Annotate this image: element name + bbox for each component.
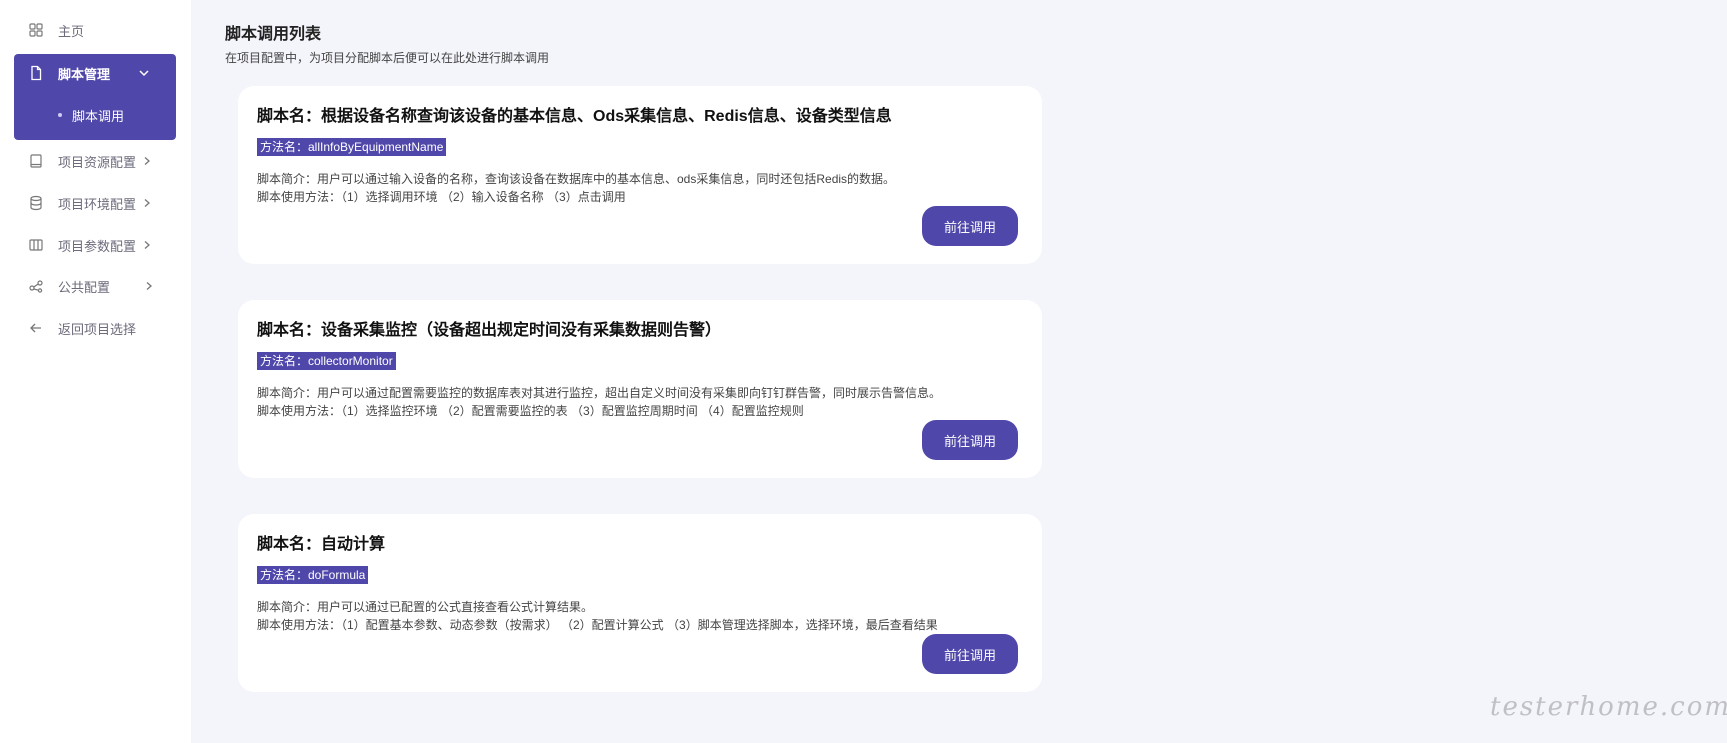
nav-item-project-parameters[interactable]: 项目参数配置	[14, 227, 176, 263]
go-call-button[interactable]: 前往调用	[922, 206, 1018, 246]
main-content: 脚本调用列表 在项目配置中，为项目分配脚本后便可以在此处进行脚本调用 脚本名：根…	[191, 0, 1727, 743]
page-title: 脚本调用列表	[225, 26, 322, 43]
database-icon	[28, 195, 44, 211]
chevron-right-icon	[142, 240, 152, 250]
script-card: 脚本名：设备采集监控（设备超出规定时间没有采集数据则告警） 方法名：collec…	[238, 300, 1042, 478]
chevron-right-icon	[144, 281, 154, 291]
bullet-dot-icon	[58, 113, 62, 117]
script-name: 脚本名：设备采集监控（设备超出规定时间没有采集数据则告警）	[257, 322, 722, 339]
nav-item-script-call-label: 脚本调用	[72, 108, 125, 124]
nav-item-public-config[interactable]: 公共配置	[14, 268, 176, 304]
page-description: 在项目配置中，为项目分配脚本后便可以在此处进行脚本调用	[225, 51, 550, 65]
method-tag: 方法名：allInfoByEquipmentName	[257, 138, 447, 156]
nav-item-project-parameters-label: 项目参数配置	[58, 238, 137, 254]
arrow-left-icon	[28, 320, 44, 336]
columns-icon	[28, 237, 44, 253]
nav-item-project-resources-label: 项目资源配置	[58, 154, 137, 170]
go-call-button[interactable]: 前往调用	[922, 634, 1018, 674]
share-icon	[28, 278, 44, 294]
script-usage: 脚本使用方法：（1）配置基本参数、动态参数（按需求） （2）配置计算公式 （3）…	[257, 618, 938, 632]
go-call-button[interactable]: 前往调用	[922, 420, 1018, 460]
script-name: 脚本名：根据设备名称查询该设备的基本信息、Ods采集信息、Redis信息、设备类…	[257, 108, 892, 125]
method-tag: 方法名：collectorMonitor	[257, 352, 396, 370]
chevron-right-icon	[142, 156, 152, 166]
grid-icon	[28, 22, 44, 38]
script-intro: 脚本简介：用户可以通过配置需要监控的数据库表对其进行监控，超出自定义时间没有采集…	[257, 386, 942, 400]
script-intro: 脚本简介：用户可以通过输入设备的名称，查询该设备在数据库中的基本信息、ods采集…	[257, 172, 896, 186]
watermark: testerhome.com	[1490, 692, 1727, 722]
nav-item-project-resources[interactable]: 项目资源配置	[14, 143, 176, 179]
sidebar: 主页 脚本管理 脚本调用 项目资源配置 项目环境配置 项目参数配置 公共配置 返…	[0, 0, 191, 743]
nav-item-back-to-projects-label: 返回项目选择	[58, 321, 137, 337]
document-icon	[28, 65, 44, 81]
book-icon	[28, 153, 44, 169]
nav-item-home-label: 主页	[58, 23, 85, 39]
method-tag: 方法名：doFormula	[257, 566, 369, 584]
nav-item-public-config-label: 公共配置	[58, 279, 111, 295]
submenu-script-management: 脚本管理 脚本调用	[14, 54, 176, 140]
script-card: 脚本名：自动计算 方法名：doFormula 脚本简介：用户可以通过已配置的公式…	[238, 514, 1042, 692]
nav-item-back-to-projects[interactable]: 返回项目选择	[14, 310, 176, 346]
script-card: 脚本名：根据设备名称查询该设备的基本信息、Ods采集信息、Redis信息、设备类…	[238, 86, 1042, 264]
nav-item-project-environment-label: 项目环境配置	[58, 196, 137, 212]
chevron-right-icon	[142, 198, 152, 208]
chevron-down-icon	[138, 67, 150, 79]
nav-item-project-environment[interactable]: 项目环境配置	[14, 185, 176, 221]
nav-item-script-management[interactable]: 脚本管理	[14, 54, 176, 92]
script-usage: 脚本使用方法：（1）选择监控环境 （2）配置需要监控的表 （3）配置监控周期时间…	[257, 404, 804, 418]
nav-item-script-management-label: 脚本管理	[58, 66, 111, 82]
script-usage: 脚本使用方法：（1）选择调用环境 （2）输入设备名称 （3）点击调用	[257, 190, 626, 204]
nav-item-home[interactable]: 主页	[14, 12, 176, 48]
script-name: 脚本名：自动计算	[257, 536, 386, 553]
nav-item-script-call[interactable]: 脚本调用	[58, 104, 124, 126]
script-intro: 脚本简介：用户可以通过已配置的公式直接查看公式计算结果。	[257, 600, 594, 614]
